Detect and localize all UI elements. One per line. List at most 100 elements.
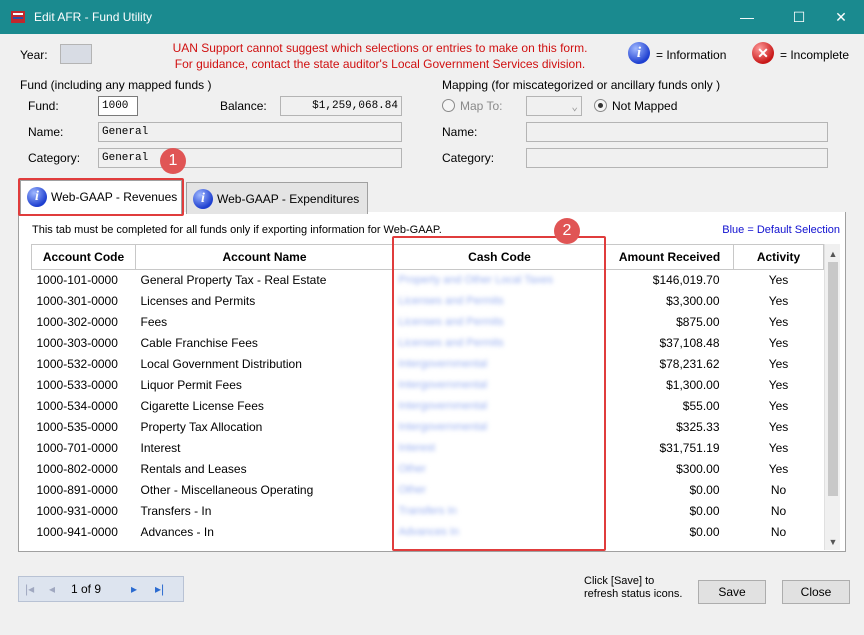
- mapping-category-field: [526, 148, 828, 168]
- legend-incomplete: = Incomplete: [780, 48, 850, 62]
- amount-received-cell: $875.00: [676, 315, 720, 329]
- fund-label: Fund:: [28, 99, 59, 113]
- activity-cell: Yes: [768, 336, 789, 350]
- activity-cell: Yes: [768, 378, 789, 392]
- map-to-radio[interactable]: [442, 99, 455, 112]
- amount-received-cell: $3,300.00: [666, 294, 720, 308]
- grid-scrollbar[interactable]: ▲ ▼: [824, 244, 840, 550]
- fund-name-field: General: [98, 122, 402, 142]
- name-label: Name:: [28, 125, 64, 139]
- activity-cell: Yes: [768, 294, 789, 308]
- mapping-category-label: Category:: [442, 151, 495, 165]
- information-icon: i: [628, 42, 650, 64]
- account-name-cell: Cigarette License Fees: [140, 399, 264, 413]
- account-code-cell: 1000-302-0000: [36, 315, 118, 329]
- scroll-thumb[interactable]: [828, 262, 838, 496]
- account-name-cell: Liquor Permit Fees: [140, 378, 242, 392]
- not-mapped-radio[interactable]: [594, 99, 607, 112]
- account-code-cell: 1000-535-0000: [36, 420, 118, 434]
- column-header-account-code[interactable]: Account Code: [31, 244, 136, 270]
- map-to-label: Map To:: [460, 99, 503, 113]
- fund-category-field: General: [98, 148, 402, 168]
- close-button[interactable]: Close: [782, 580, 850, 604]
- callout-number-1: 1: [160, 148, 186, 174]
- mapping-name-field: [526, 122, 828, 142]
- save-hint: Click [Save] to refresh status icons.: [584, 575, 683, 600]
- activity-cell: Yes: [768, 420, 789, 434]
- fund-section-label: Fund (including any mapped funds ): [20, 78, 212, 92]
- category-label: Category:: [28, 151, 81, 165]
- activity-cell: Yes: [768, 462, 789, 476]
- year-field[interactable]: [60, 44, 92, 64]
- account-name-cell: Rentals and Leases: [140, 462, 247, 476]
- account-code-cell: 1000-701-0000: [36, 441, 118, 455]
- callout-box-tab: [18, 178, 184, 216]
- panel-note: This tab must be completed for all funds…: [32, 224, 442, 236]
- next-page-icon[interactable]: ▸: [131, 582, 137, 596]
- scroll-up-icon[interactable]: ▲: [825, 246, 841, 262]
- title-bar: Edit AFR - Fund Utility — ☐ ✕: [0, 0, 864, 34]
- amount-received-cell: $78,231.62: [659, 357, 720, 371]
- amount-received-cell: $0.00: [689, 504, 720, 518]
- activity-cell: Yes: [768, 273, 789, 288]
- account-code-cell: 1000-931-0000: [36, 504, 118, 518]
- account-name-cell: Fees: [140, 315, 168, 329]
- default-selection-note: Blue = Default Selection: [722, 224, 840, 236]
- activity-cell: Yes: [768, 357, 789, 371]
- support-warning: UAN Support cannot suggest which selecti…: [172, 41, 588, 71]
- account-code-cell: 1000-941-0000: [36, 525, 118, 539]
- amount-received-cell: $325.33: [676, 420, 720, 434]
- account-name-cell: Cable Franchise Fees: [140, 336, 258, 350]
- previous-page-icon[interactable]: ◂: [49, 582, 55, 596]
- amount-received-cell: $1,300.00: [666, 378, 720, 392]
- activity-cell: Yes: [768, 315, 789, 329]
- account-code-cell: 1000-534-0000: [36, 399, 118, 413]
- minimize-button[interactable]: —: [724, 0, 770, 34]
- activity-cell: No: [770, 483, 787, 497]
- pager: |◂ ◂ 1 of 9 ▸ ▸|: [18, 576, 184, 602]
- amount-received-cell: $146,019.70: [652, 273, 720, 288]
- amount-received-cell: $37,108.48: [659, 336, 720, 350]
- account-name-cell: Licenses and Permits: [140, 294, 256, 308]
- column-header-activity[interactable]: Activity: [733, 244, 824, 270]
- callout-number-2: 2: [554, 218, 580, 244]
- activity-cell: Yes: [768, 441, 789, 455]
- column-header-account-name[interactable]: Account Name: [135, 244, 394, 270]
- column-header-amount-received[interactable]: Amount Received: [605, 244, 734, 270]
- account-name-cell: Property Tax Allocation: [140, 420, 263, 434]
- legend-information: = Information: [656, 48, 727, 62]
- incomplete-x-icon: ✕: [752, 42, 774, 64]
- not-mapped-label: Not Mapped: [612, 99, 678, 113]
- account-name-cell: General Property Tax - Real Estate: [140, 273, 327, 288]
- map-to-dropdown[interactable]: ⌄: [526, 96, 582, 116]
- amount-received-cell: $0.00: [689, 483, 720, 497]
- app-logo-icon: [11, 11, 25, 23]
- last-page-icon[interactable]: ▸|: [155, 582, 164, 596]
- fund-number-field[interactable]: 1000: [98, 96, 138, 116]
- amount-received-cell: $300.00: [676, 462, 720, 476]
- amount-received-cell: $55.00: [682, 399, 720, 413]
- maximize-button[interactable]: ☐: [776, 0, 822, 34]
- scroll-down-icon[interactable]: ▼: [825, 534, 841, 550]
- save-button[interactable]: Save: [698, 580, 766, 604]
- account-code-cell: 1000-303-0000: [36, 336, 118, 350]
- information-icon: i: [193, 189, 213, 209]
- tab-web-gaap-expenditures[interactable]: i Web-GAAP - Expenditures: [186, 182, 368, 214]
- window-title: Edit AFR - Fund Utility: [34, 10, 153, 24]
- balance-field: $1,259,068.84: [280, 96, 402, 116]
- close-window-button[interactable]: ✕: [818, 0, 864, 34]
- account-code-cell: 1000-802-0000: [36, 462, 118, 476]
- account-code-cell: 1000-532-0000: [36, 357, 118, 371]
- account-name-cell: Advances - In: [140, 525, 214, 539]
- account-name-cell: Other - Miscellaneous Operating: [140, 483, 314, 497]
- first-page-icon[interactable]: |◂: [25, 582, 34, 596]
- account-code-cell: 1000-891-0000: [36, 483, 118, 497]
- activity-cell: No: [770, 525, 787, 539]
- activity-cell: No: [770, 504, 787, 518]
- callout-box-cash-code: [392, 236, 606, 551]
- account-name-cell: Interest: [140, 441, 181, 455]
- mapping-section-label: Mapping (for miscategorized or ancillary…: [442, 78, 721, 92]
- amount-received-cell: $0.00: [689, 525, 720, 539]
- account-code-cell: 1000-101-0000: [36, 273, 118, 288]
- amount-received-cell: $31,751.19: [659, 441, 720, 455]
